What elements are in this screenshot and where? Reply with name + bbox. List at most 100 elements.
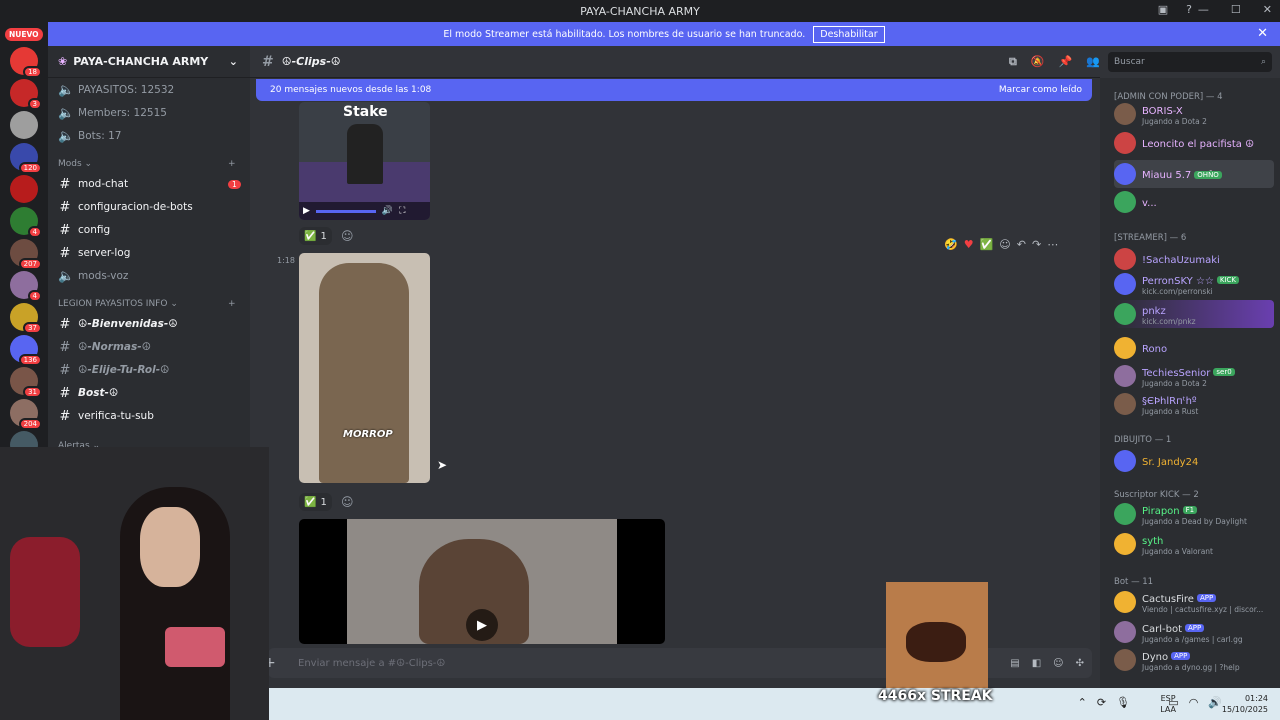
server-icon[interactable]: 120 <box>10 143 42 174</box>
phone-image <box>165 627 225 667</box>
server-icon[interactable]: 18 <box>10 47 42 78</box>
play-icon[interactable]: ▶ <box>466 609 498 641</box>
mute-icon[interactable]: 🔕 <box>1031 55 1045 69</box>
channel-item[interactable]: # verifica-tu-sub <box>58 406 154 426</box>
stat-channel[interactable]: 🔈 PAYASITOS: 12532 <box>58 80 174 100</box>
member-item[interactable]: Pirapon F1 Jugando a Dead by Daylight <box>1114 500 1274 528</box>
member-item[interactable]: Miauu 5.7 OHÑO <box>1114 160 1274 188</box>
video-attachment[interactable]: MORROP <box>299 253 430 483</box>
maximize-button[interactable]: ☐ <box>1231 3 1241 16</box>
play-icon[interactable]: ▶ <box>303 206 310 216</box>
reaction-check[interactable]: ✅ 1 <box>299 493 332 511</box>
fullscreen-icon[interactable]: ⛶ <box>399 206 405 216</box>
sticker-icon[interactable]: ◧ <box>1032 658 1041 669</box>
category-legion[interactable]: LEGION PAYASITOS INFO ⌄ + <box>58 299 236 309</box>
add-reaction-icon[interactable]: ☺ <box>341 495 354 509</box>
server-icon[interactable] <box>10 111 38 139</box>
inbox-icon[interactable]: ▣ <box>1158 3 1168 16</box>
members-icon[interactable]: 👥 <box>1086 55 1100 69</box>
server-header[interactable]: ❀ PAYA-CHANCHA ARMY ⌄ <box>48 46 250 78</box>
server-icon[interactable]: 3 <box>10 79 42 110</box>
system-clock[interactable]: 01:24 15/10/2025 <box>1222 693 1268 715</box>
new-messages-bar[interactable]: 20 mensajes nuevos desde las 1:08 Marcar… <box>256 79 1092 101</box>
server-icon[interactable]: 207 <box>10 239 42 270</box>
search-input[interactable]: Buscar ⌕ <box>1108 52 1272 72</box>
check-reaction-icon[interactable]: ✅ <box>980 238 994 251</box>
video-progress[interactable] <box>315 209 376 213</box>
avatar <box>1114 591 1136 613</box>
member-tag: KICK <box>1216 276 1240 284</box>
stat-channel[interactable]: 🔈 Members: 12515 <box>58 103 167 123</box>
channel-item[interactable]: # mod-chat 1 <box>58 174 241 194</box>
member-activity: kick.com/pnkz <box>1142 316 1196 326</box>
apps-icon[interactable]: ✣ <box>1076 658 1084 669</box>
member-item[interactable]: §ЄÞhlRпᵗhº Jugando a Rust <box>1114 390 1274 418</box>
channel-item[interactable]: # ☮-Elije-Tu-Rol-☮ <box>58 360 170 380</box>
channel-item[interactable]: # ☮-Bienvenidas-☮ <box>58 314 178 334</box>
member-item[interactable]: Dyno APP Jugando a dyno.gg | ?help <box>1114 646 1274 674</box>
close-banner-icon[interactable]: ✕ <box>1257 26 1268 41</box>
member-item[interactable]: Carl-bot APP Jugando a /games | carl.gg <box>1114 618 1274 646</box>
close-window-button[interactable]: ✕ <box>1263 3 1272 16</box>
composer-placeholder[interactable]: Enviar mensaje a #☮-Clips-☮ <box>298 658 445 669</box>
channel-name: configuracion-de-bots <box>78 201 193 213</box>
member-item[interactable]: BORIS-X Jugando a Dota 2 <box>1114 100 1274 128</box>
stat-channel[interactable]: 🔈 Bots: 17 <box>58 126 121 146</box>
disable-streamer-button[interactable]: Deshabilitar <box>813 25 885 43</box>
category-mods[interactable]: Mods ⌄ + <box>58 159 236 169</box>
add-channel-icon[interactable]: + <box>228 159 236 169</box>
reaction-check[interactable]: ✅ 1 <box>299 227 332 245</box>
server-icon[interactable]: 4 <box>10 207 42 238</box>
add-reaction-icon[interactable]: ☺ <box>999 238 1010 251</box>
video-attachment[interactable]: Stake ▶ 🔊 ⛶ <box>299 102 430 220</box>
threads-icon[interactable]: ⧉ <box>1009 55 1017 69</box>
member-item[interactable]: Sr. Jandy24 <box>1114 447 1274 475</box>
volume-icon[interactable]: 🔊 <box>382 206 393 216</box>
server-icon[interactable]: 31 <box>10 367 42 398</box>
gif-icon[interactable]: ▤ <box>1010 658 1019 669</box>
channel-item[interactable]: # configuracion-de-bots <box>58 197 193 217</box>
laugh-reaction-icon[interactable]: 🤣 <box>944 238 958 251</box>
help-icon[interactable]: ? <box>1186 3 1192 16</box>
member-item[interactable]: CactusFire APP Viendo | cactusfire.xyz | d… <box>1114 588 1274 616</box>
display-icon[interactable]: ▭ <box>1168 696 1178 709</box>
member-item[interactable]: !SachaUzumaki <box>1114 245 1274 273</box>
member-item[interactable]: Rono <box>1114 334 1274 362</box>
forward-icon[interactable]: ↷ <box>1032 238 1041 251</box>
server-icon[interactable]: 4 <box>10 271 42 302</box>
reply-icon[interactable]: ↶ <box>1017 238 1026 251</box>
network-icon[interactable]: ⟳ <box>1097 696 1106 709</box>
emoji-icon[interactable]: ☺ <box>1053 658 1063 669</box>
avatar <box>1114 365 1136 387</box>
speaker-icon[interactable]: 🔊 <box>1208 696 1222 709</box>
member-item[interactable]: Leoncito el pacifista ☮ <box>1114 129 1274 157</box>
chevron-down-icon[interactable]: ⌄ <box>229 55 238 68</box>
pin-icon[interactable]: 📌 <box>1059 55 1073 69</box>
member-item[interactable]: TechiesSenior ser0 Jugando a Dota 2 <box>1114 362 1274 390</box>
member-item[interactable]: syth Jugando a Valorant <box>1114 530 1274 558</box>
member-item[interactable]: PerronSKY ☆☆ KICK kick.com/perronski <box>1114 270 1274 298</box>
server-icon[interactable]: 136 <box>10 335 42 366</box>
avatar <box>1114 303 1136 325</box>
video-attachment[interactable]: ▶ <box>299 519 665 644</box>
member-item[interactable]: pnkz kick.com/pnkz <box>1114 300 1274 328</box>
add-channel-icon[interactable]: + <box>228 299 236 309</box>
heart-reaction-icon[interactable]: ♥ <box>964 238 974 251</box>
server-icon[interactable] <box>10 175 38 203</box>
more-icon[interactable]: ⋯ <box>1047 238 1058 251</box>
wifi-icon[interactable]: ◠ <box>1189 696 1199 709</box>
mark-as-read-button[interactable]: Marcar como leído <box>999 85 1082 95</box>
server-icon[interactable]: 37 <box>10 303 42 334</box>
channel-item[interactable]: # config <box>58 220 111 240</box>
channel-item[interactable]: # Bost-☮ <box>58 383 119 403</box>
server-badge: 37 <box>23 322 42 334</box>
server-icon[interactable]: 204 <box>10 399 42 430</box>
chevron-up-icon[interactable]: ⌃ <box>1078 696 1087 709</box>
channel-item[interactable]: 🔈 mods-voz <box>58 266 128 286</box>
member-item[interactable]: v... <box>1114 188 1274 216</box>
minimize-button[interactable]: — <box>1198 3 1209 16</box>
mic-icon[interactable]: 🎙 <box>1116 696 1130 709</box>
add-reaction-icon[interactable]: ☺ <box>341 229 354 243</box>
channel-item[interactable]: # server-log <box>58 243 131 263</box>
channel-item[interactable]: # ☮-Normas-☮ <box>58 337 151 357</box>
